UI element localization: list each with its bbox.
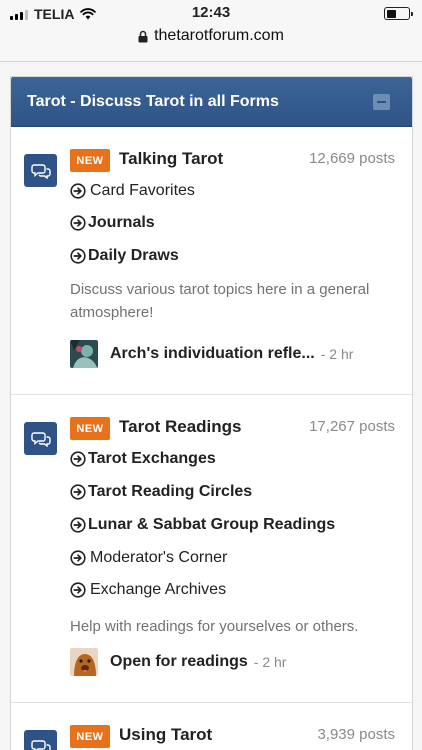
user-avatar [70,340,98,368]
battery-icon [384,7,413,20]
new-badge: NEW [70,725,110,748]
subforum-link[interactable]: Tarot Exchanges [70,450,216,468]
forum-row: NEW Using Tarot 3,939 posts [11,704,412,750]
category-panel: Tarot - Discuss Tarot in all Forms NEW T… [10,76,413,750]
new-badge: NEW [70,149,110,172]
arrow-circle-icon [70,550,86,566]
post-count: 12,669 posts [309,150,395,167]
category-header: Tarot - Discuss Tarot in all Forms [11,77,412,127]
arrow-circle-icon [70,248,86,264]
last-post[interactable]: Arch's individuation refle... - 2 hr [70,340,353,368]
forum-row: NEW Talking Tarot 12,669 posts Card Favo… [11,128,412,395]
subforum-link[interactable]: Tarot Reading Circles [70,483,252,501]
post-count: 3,939 posts [317,726,395,743]
subforum-label: Tarot Exchanges [88,450,216,467]
last-post-title: Open for readings [110,653,248,670]
last-post[interactable]: Open for readings - 2 hr [70,648,286,676]
last-post-time: - 2 hr [320,346,354,362]
post-count: 17,267 posts [309,418,395,435]
subforum-link[interactable]: Daily Draws [70,247,179,265]
new-badge: NEW [70,417,110,440]
last-post-title: Arch's individuation refle... [110,345,315,362]
arrow-circle-icon [70,215,86,231]
category-title[interactable]: Tarot - Discuss Tarot in all Forms [27,93,279,111]
subforum-label: Moderator's Corner [90,549,228,566]
collapse-icon[interactable] [373,94,390,110]
subforum-link[interactable]: Journals [70,214,155,232]
url-text: thetarotforum.com [154,27,284,44]
forum-title[interactable]: Using Tarot [119,725,212,745]
lock-icon [138,30,148,42]
arrow-circle-icon [70,517,86,533]
arrow-circle-icon [70,451,86,467]
forum-title[interactable]: Tarot Readings [119,417,241,437]
arrow-circle-icon [70,582,86,598]
subforum-label: Journals [88,214,155,231]
subforum-label: Lunar & Sabbat Group Readings [88,516,336,533]
forum-description: Discuss various tarot topics here in a g… [70,281,370,321]
forum-chat-icon [24,730,57,750]
arrow-circle-icon [70,183,86,199]
status-time: 12:43 [191,4,231,21]
subforum-label: Tarot Reading Circles [88,483,253,500]
forum-row: NEW Tarot Readings 17,267 posts Tarot Ex… [11,396,412,703]
forum-title[interactable]: Talking Tarot [119,149,223,169]
subforum-label: Card Favorites [90,182,195,199]
subforum-label: Exchange Archives [90,581,227,598]
subforum-link[interactable]: Moderator's Corner [70,549,227,567]
arrow-circle-icon [70,484,86,500]
browser-top-bar: TELIA 12:43 thetarotforum.com [0,0,422,62]
subforum-link[interactable]: Exchange Archives [70,581,226,599]
subforum-link[interactable]: Lunar & Sabbat Group Readings [70,516,335,534]
forum-chat-icon [24,154,57,187]
address-bar[interactable]: thetarotforum.com [0,27,422,45]
forum-description: Help with readings for yourselves or oth… [70,618,359,635]
forum-chat-icon [24,422,57,455]
last-post-time: - 2 hr [253,654,287,670]
subforum-link[interactable]: Card Favorites [70,182,195,200]
subforum-label: Daily Draws [88,247,179,264]
user-avatar [70,648,98,676]
